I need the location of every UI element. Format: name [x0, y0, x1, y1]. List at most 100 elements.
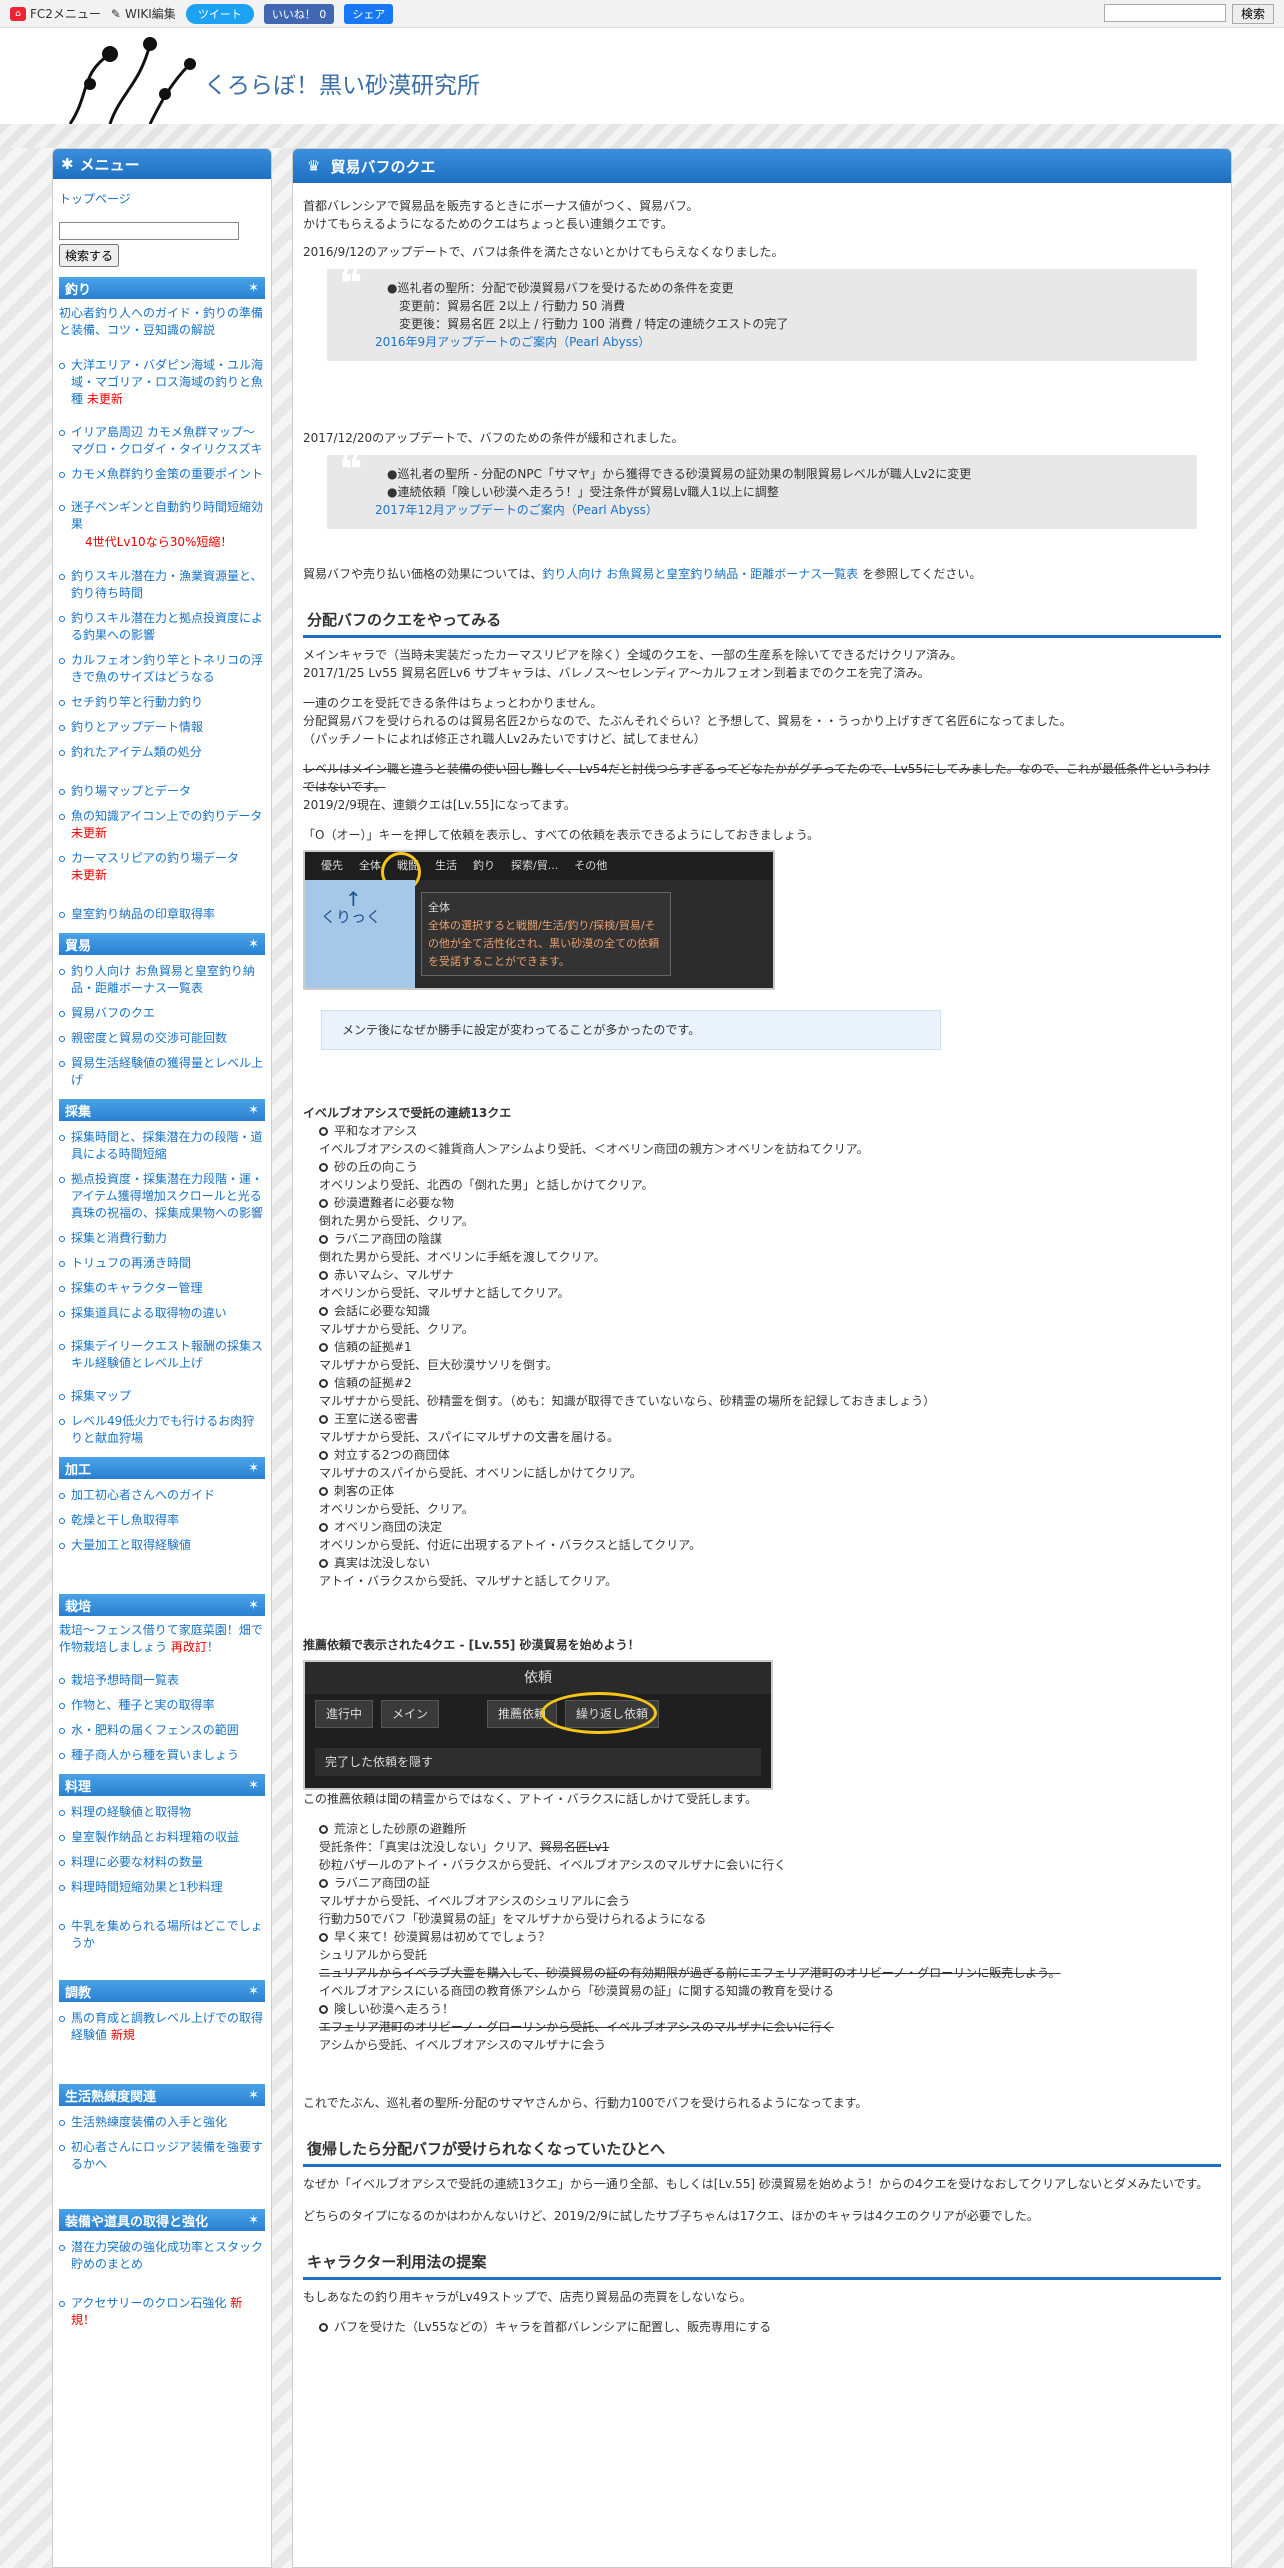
list-item[interactable]: セチ釣り竿と行動力釣り [59, 694, 265, 711]
crown-icon: ♛ [307, 157, 321, 175]
fc2-logo-icon: ⌂ [10, 6, 26, 21]
list-item[interactable]: 魚の知識アイコン上での釣りデータ 未更新 [59, 808, 265, 842]
list-item[interactable]: 栽培予想時間一覧表 [59, 1672, 265, 1689]
list-item[interactable]: カモメ魚群釣り金策の重要ポイント [59, 466, 265, 483]
penguin-note: 4世代Lv10なら30%短縮！ [85, 535, 233, 549]
wiki-edit-label: WIKI編集 [124, 7, 176, 21]
list-item: バフを受けた（Lv55などの）キャラを首都バレンシアに配置し、販売専用にする [303, 2318, 1221, 2336]
paragraph: 分配貿易バフを受けられるのは貿易名匠2からなので、たぶんそれぐらい？と予想して、… [303, 714, 1072, 728]
list-item[interactable]: 拠点投資度・採集潜在力段階・運・アイテム獲得増加スクロールと光る真珠の祝福の、採… [59, 1171, 265, 1222]
wiki-edit[interactable]: ✎ WIKI編集 [111, 5, 176, 22]
list-item[interactable]: 採集デイリークエスト報酬の採集スキル経験値とレベル上げ [59, 1338, 265, 1372]
top-search-input[interactable] [1103, 3, 1226, 22]
list-item[interactable]: 料理時間短縮効果と1秒料理 [59, 1879, 265, 1896]
sparkle-icon: ✶ [248, 1460, 259, 1476]
sidebar-search-button[interactable]: 検索する [59, 244, 120, 267]
list-item[interactable]: 釣り場マップとデータ [59, 783, 265, 800]
quote-icon: ❝ [339, 447, 363, 493]
fc2-menu[interactable]: ⌂ FC2メニュー [10, 5, 101, 22]
page-title-bar: ♛ 貿易バフのクエ [293, 149, 1231, 183]
list-item[interactable]: レベル49低火力でも行けるお肉狩りと献血狩場 [59, 1413, 265, 1447]
section-life-skill: 生活熟練度関連 ✶ [59, 2084, 265, 2106]
quote-block: ❝ ●巡礼者の聖所：分配で砂漠貿易バフを受けるための条件を変更 変更前：貿易名匠… [327, 264, 1197, 361]
list-item[interactable]: 乾燥と干し魚取得率 [59, 1512, 265, 1529]
list-item[interactable]: 皇室釣り納品の印章取得率 [59, 906, 265, 923]
list-item[interactable]: 馬の育成と調教レベル上げでの取得経験値 新規 [59, 2010, 265, 2044]
list-item[interactable]: 初心者さんにロッジア装備を強要するかへ [59, 2139, 265, 2173]
paragraph: メインキャラで（当時未実装だったカーマスリピアを除く）全域のクエを、一部の生産系… [303, 648, 963, 662]
list-item[interactable]: 大洋エリア・バダピン海域・ユル海域・マゴリア・ロス海域の釣りと魚種 未更新 [59, 357, 265, 408]
list-item[interactable]: 採集時間と、採集潜在力の段階・道具による時間短縮 [59, 1129, 265, 1163]
page-title: 貿易バフのクエ [330, 157, 436, 176]
sparkle-icon: ✶ [248, 1983, 259, 1999]
fishing-guide-link[interactable]: 初心者釣り人へのガイド・釣りの準備と装備、コツ・豆知識の解説 [59, 305, 265, 339]
list-item[interactable]: 生活熟練度装備の入手と強化 [59, 2114, 265, 2131]
edit-icon: ✎ [110, 6, 121, 21]
tweet-button[interactable]: ツイート [185, 3, 254, 24]
list-item[interactable]: 潜在力突破の強化成功率とスタック貯めのまとめ [59, 2239, 265, 2273]
top-search: 検索 [1103, 3, 1274, 24]
like-button[interactable]: いいね！ 0 [263, 3, 335, 24]
paragraph: 首都バレンシアで貿易品を販売するときにボーナス値がつく、貿易バフ。 [303, 199, 699, 213]
list-item[interactable]: 種子商人から種を買いましょう [59, 1747, 265, 1764]
list-item[interactable]: 料理に必要な材料の数量 [59, 1854, 265, 1871]
list-item[interactable]: 料理の経験値と取得物 [59, 1804, 265, 1821]
highlight-circle [541, 1692, 657, 1734]
list-item[interactable]: トリュフの再湧き時間 [59, 1255, 265, 1272]
recommended-quest-title: 推薦依頼で表示された4クエ - [Lv.55] 砂漠貿易を始めよう！ [303, 1638, 640, 1652]
quest-filter-screenshot: 優先 全体 戦闘 生活 釣り 探索/貿... その他 ↑ くりっく 全体 全体の選択すると戦闘/… [303, 850, 775, 990]
sparkle-icon: ✶ [248, 1102, 259, 1118]
paragraph: この推薦依頼は聞の精霊からではなく、アトイ・バラクスに話しかけて受託します。 [303, 1792, 758, 1806]
list-item[interactable]: 水・肥料の届くフェンスの範囲 [59, 1722, 265, 1739]
update-link-2017[interactable]: 2017年12月アップデートのご案内（Pearl Abyss） [375, 503, 658, 517]
sparkle-icon: ✶ [248, 2212, 259, 2228]
top-page-link[interactable]: トップページ [59, 191, 265, 208]
share-button[interactable]: シェア [344, 3, 394, 24]
sidebar: ✱ メニュー トップページ 検索する 釣り ✶ 初心者釣り人へのガイド・釣りの準備と… [52, 148, 272, 2568]
list-item[interactable]: 牛乳を集められる場所はどこでしょうか [59, 1918, 265, 1952]
paragraph: 2016/9/12のアップデートで、バフは条件を満たさないとかけてもらえなくなり… [303, 245, 784, 259]
trade-table-link[interactable]: 釣り人向け お魚貿易と皇室釣り納品・距離ボーナス一覧表 [542, 567, 858, 581]
list-item[interactable]: 採集道具による取得物の違い [59, 1305, 265, 1322]
list-item[interactable]: 皇室製作納品とお料理箱の収益 [59, 1829, 265, 1846]
sparkle-icon: ✶ [248, 2087, 259, 2103]
list-item[interactable]: イリア島周辺 カモメ魚群マップ～マグロ・クロダイ・タイリクスズキ [59, 424, 265, 458]
list-item[interactable]: 作物と、種子と実の取得率 [59, 1697, 265, 1714]
list-item[interactable]: 採集と消費行動力 [59, 1230, 265, 1247]
list-item[interactable]: 釣りスキル潜在力・漁業資源量と、釣り待ち時間 [59, 568, 265, 602]
section-gathering: 採集 ✶ [59, 1099, 265, 1121]
paragraph: なぜか「イベルブオアシスで受託の連続13クエ」から一通り全部、もしくは[Lv.5… [303, 2177, 1209, 2191]
list-item[interactable]: 貿易生活経験値の獲得量とレベル上げ [59, 1055, 265, 1089]
list-item[interactable]: 釣りスキル潜在力と拠点投資度による釣果への影響 [59, 610, 265, 644]
paragraph: かけてもらえるようになるためのクエはちょっと長い連鎖クエです。 [303, 217, 673, 231]
sparkle-icon: ✶ [248, 280, 259, 296]
list-item[interactable]: 採集のキャラクター管理 [59, 1280, 265, 1297]
top-search-button[interactable]: 検索 [1231, 3, 1274, 24]
paragraph: （パッチノートによれば修正され職人Lv2みたいですけど、試してません） [303, 732, 706, 746]
chain-quest-title: イベルブオアシスで受託の連続13クエ [303, 1106, 512, 1120]
list-item[interactable]: 釣りとアップデート情報 [59, 719, 265, 736]
list-item[interactable]: 釣り人向け お魚貿易と皇室釣り納品・距離ボーナス一覧表 [59, 963, 265, 997]
site-title[interactable]: くろらぼ！黒い砂漠研究所 [204, 66, 480, 100]
list-item[interactable]: カーマスリピアの釣り場データ 未更新 [59, 850, 265, 884]
list-item[interactable]: 大量加工と取得経験値 [59, 1537, 265, 1554]
list-item[interactable]: アクセサリーのクロン石強化 新規！ [59, 2295, 265, 2329]
list-item[interactable]: 貿易バフのクエ [59, 1005, 265, 1022]
list-item[interactable]: 迷子ペンギンと自動釣り時間短縮効果 [59, 499, 265, 533]
farming-guide-link[interactable]: 栽培～フェンス借りて家庭菜園！畑で作物栽培しましょう 再改訂！ [59, 1622, 265, 1656]
section-heading: 復帰したら分配バフが受けられなくなっていたひとへ [303, 2134, 1221, 2167]
sparkle-icon: ✶ [248, 1777, 259, 1793]
list-item[interactable]: 親密度と貿易の交渉可能回数 [59, 1030, 265, 1047]
paragraph: 「O（オー）」キーを押して依頼を表示し、すべての依頼を表示できるようにしておきま… [303, 828, 820, 842]
list-item[interactable]: 採集マップ [59, 1388, 265, 1405]
main-content: ♛ 貿易バフのクエ 首都バレンシアで貿易品を販売するときにボーナス値がつく、貿易バ… [292, 148, 1232, 2568]
sidebar-search-input[interactable] [59, 222, 239, 240]
quest-window-screenshot: 依頼 進行中 メイン 推薦依頼 繰り返し依頼 完了した依頼を隠す [303, 1660, 773, 1790]
list-item[interactable]: カルフェオン釣り竿とトネリコの浮きで魚のサイズはどうなる [59, 652, 265, 686]
list-item[interactable]: 釣れたアイテム類の処分 [59, 744, 265, 761]
up-arrow-icon: ↑ [345, 887, 362, 911]
list-item[interactable]: 加工初心者さんへのガイド [59, 1487, 265, 1504]
paragraph: レベルはメイン職と違うと装備の使い回し難しく、Lv54だと討伐つらすぎるってどな… [303, 762, 1211, 794]
paragraph: もしあなたの釣り用キャラがLv49ストップで、店売り貿易品の売買をしないなら。 [303, 2290, 752, 2304]
update-link-2016[interactable]: 2016年9月アップデートのご案内（Pearl Abyss） [375, 335, 650, 349]
